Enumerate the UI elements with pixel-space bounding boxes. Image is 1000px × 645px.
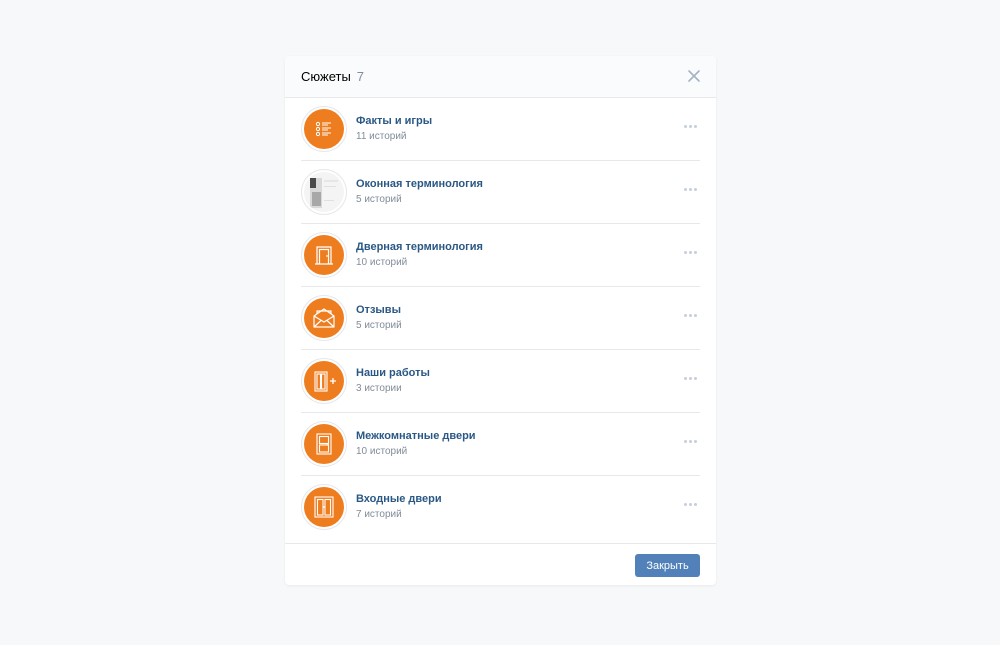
item-title[interactable]: Дверная терминология	[356, 240, 483, 254]
avatar[interactable]	[301, 421, 347, 467]
more-icon[interactable]	[684, 314, 697, 317]
more-icon[interactable]	[684, 188, 697, 191]
avatar[interactable]	[301, 232, 347, 278]
modal-count: 7	[356, 69, 365, 84]
list-item[interactable]: Факты и игры 11 историй	[301, 98, 700, 161]
more-icon[interactable]	[684, 251, 697, 254]
modal-title: Сюжеты	[301, 69, 351, 84]
more-icon[interactable]	[684, 125, 697, 128]
list-item[interactable]: Оконная терминология 5 историй	[301, 161, 700, 224]
checklist-icon	[315, 121, 331, 137]
avatar[interactable]	[301, 295, 347, 341]
modal-footer: Закрыть	[285, 544, 716, 586]
list-item[interactable]: Отзывы 5 историй	[301, 287, 700, 350]
stories-modal: Сюжеты 7 Факты и игры 11 историй Оконная…	[285, 56, 716, 585]
item-subtitle: 10 историй	[356, 446, 408, 457]
window-photo	[304, 172, 344, 212]
item-title[interactable]: Входные двери	[356, 492, 442, 506]
close-icon[interactable]	[686, 68, 702, 84]
item-title[interactable]: Отзывы	[356, 303, 402, 317]
avatar[interactable]	[301, 358, 347, 404]
item-subtitle: 3 истории	[356, 383, 402, 394]
item-title[interactable]: Факты и игры	[356, 114, 432, 128]
item-subtitle: 11 историй	[356, 131, 407, 142]
avatar[interactable]	[301, 484, 347, 530]
item-subtitle: 10 историй	[356, 257, 408, 268]
more-icon[interactable]	[684, 377, 697, 380]
item-subtitle: 7 историй	[356, 509, 402, 520]
avatar[interactable]	[301, 169, 347, 215]
modal-header: Сюжеты 7	[285, 56, 716, 98]
list-item[interactable]: Дверная терминология 10 историй	[301, 224, 700, 287]
item-title[interactable]: Межкомнатные двери	[356, 429, 476, 443]
more-icon[interactable]	[684, 503, 697, 506]
list-item[interactable]: Входные двери 7 историй	[301, 476, 700, 538]
list-item[interactable]: Межкомнатные двери 10 историй	[301, 413, 700, 476]
item-subtitle: 5 историй	[356, 194, 402, 205]
door-icon	[315, 246, 333, 265]
door-plus-icon	[314, 371, 336, 392]
stories-list: Факты и игры 11 историй Оконная терминол…	[285, 98, 716, 538]
item-title[interactable]: Оконная терминология	[356, 177, 483, 191]
item-title[interactable]: Наши работы	[356, 366, 430, 380]
interior-door-icon	[316, 433, 332, 455]
list-item[interactable]: Наши работы 3 истории	[301, 350, 700, 413]
close-button[interactable]: Закрыть	[635, 554, 700, 577]
envelope-icon	[313, 308, 335, 328]
avatar[interactable]	[301, 106, 347, 152]
item-subtitle: 5 историй	[356, 320, 402, 331]
double-door-icon	[314, 496, 334, 518]
more-icon[interactable]	[684, 440, 697, 443]
